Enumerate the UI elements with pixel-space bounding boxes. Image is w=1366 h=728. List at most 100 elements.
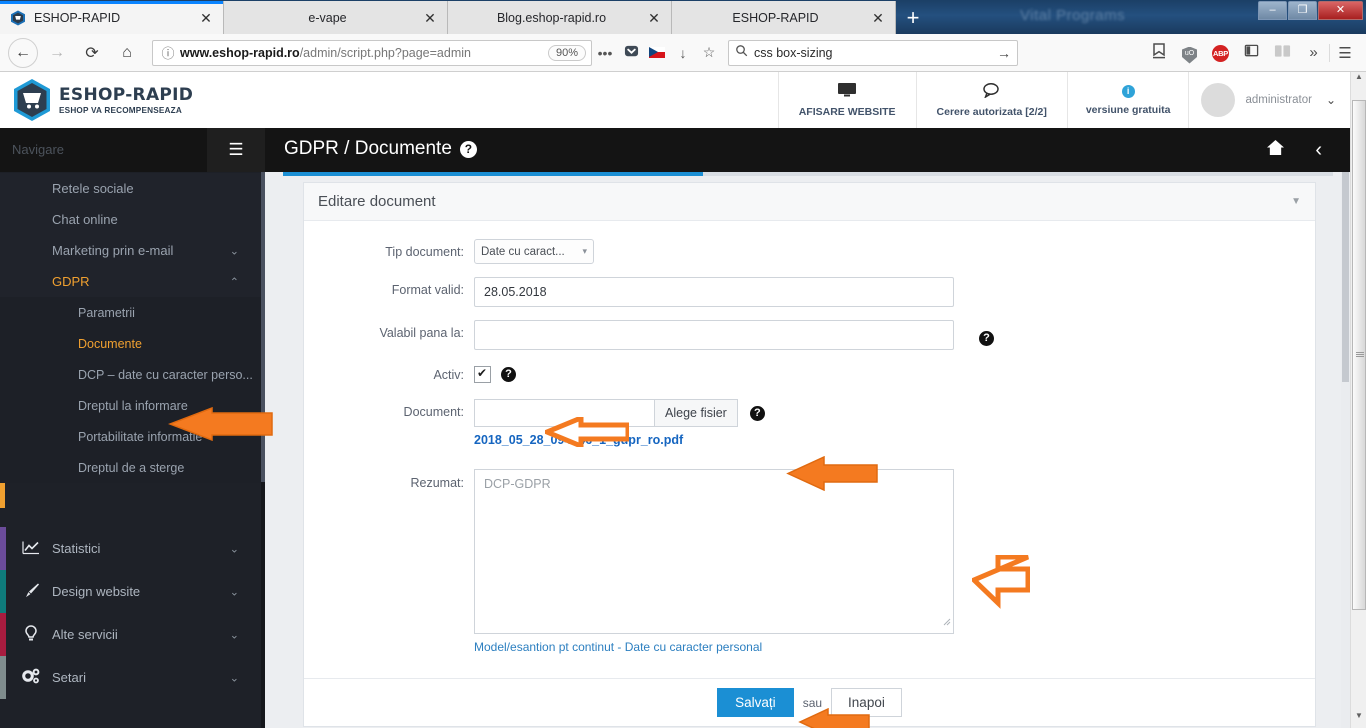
scroll-down-arrow-icon[interactable]: ▼ (1351, 711, 1366, 728)
bookmark-star-icon[interactable]: ☆ (696, 44, 722, 61)
browser-tab-4[interactable]: ESHOP-RAPID ✕ (672, 1, 896, 34)
cerere-autorizata-button[interactable]: Cerere autorizata [2/2] (915, 72, 1067, 128)
sidebar-item-chat-online[interactable]: Chat online (0, 204, 265, 235)
app-brand-bar: ESHOP-RAPID ESHOP VA RECOMPENSEAZA AFISA… (0, 72, 1350, 128)
uploaded-file-spacer (304, 431, 474, 437)
save-button[interactable]: Salvați (717, 688, 794, 717)
field-row-format-valid: Format valid: 28.05.2018 (304, 277, 1315, 307)
help-icon[interactable]: ? (459, 140, 477, 158)
tip-document-control: Date cu caract... ▾ (474, 239, 594, 264)
paintbrush-icon (20, 582, 42, 601)
page-scrollbar[interactable]: ▲ ▼ (1350, 72, 1366, 728)
chevron-down-icon: ⌄ (229, 629, 239, 641)
hamburger-menu-icon[interactable]: ☰ (1329, 43, 1360, 62)
brand-actions: AFISARE WEBSITE Cerere autorizata [2/2] … (777, 72, 1350, 128)
sidebar-item-design-website[interactable]: Design website ⌄ (0, 570, 265, 613)
tab-label: Blog.eshop-rapid.ro (496, 10, 607, 25)
sidebar-item-gdpr[interactable]: GDPR ⌃ (0, 266, 265, 297)
reload-button[interactable]: ⟳ (76, 37, 108, 69)
sidebar-toggle-button[interactable]: ☰ (207, 128, 265, 172)
gears-icon (20, 668, 42, 688)
download-icon[interactable]: ↓ (670, 45, 696, 61)
library-icon[interactable] (1267, 44, 1298, 62)
browser-navigation-toolbar: ← → ⟳ ⌂ ⓘ www.eshop-rapid.ro/admin/scrip… (0, 34, 1366, 72)
browser-tab-1[interactable]: ESHOP-RAPID ✕ (0, 1, 224, 34)
sidebar-item-documente[interactable]: Documente (0, 328, 265, 359)
progress-indicator (283, 172, 703, 176)
chevron-down-icon: ▾ (582, 246, 587, 256)
sidebar-item-marketing-email[interactable]: Marketing prin e-mail ⌄ (0, 235, 265, 266)
activ-label: Activ: (433, 368, 464, 382)
tab-close-icon[interactable]: ✕ (197, 9, 215, 27)
ublock-origin-icon[interactable]: uO (1174, 42, 1205, 64)
maximize-button[interactable]: ❐ (1288, 1, 1317, 20)
help-icon[interactable]: ? (749, 405, 765, 421)
search-input[interactable]: css box-sizing (754, 46, 997, 60)
sidebar-item-retele-sociale[interactable]: Retele sociale (0, 173, 265, 204)
page-scrollbar-thumb[interactable] (1352, 100, 1366, 610)
pocket-icon[interactable] (618, 44, 644, 62)
page-actions-icon[interactable]: ••• (592, 45, 618, 61)
user-menu[interactable]: administrator ⌄ (1188, 72, 1350, 128)
home-button[interactable]: ⌂ (111, 37, 143, 69)
sidebar-item-statistici[interactable]: Statistici ⌄ (0, 527, 265, 570)
alege-fisier-button[interactable]: Alege fisier (654, 399, 738, 427)
collapse-caret-icon[interactable]: ▼ (1291, 196, 1301, 207)
help-icon[interactable]: ? (979, 331, 994, 346)
sidebar-item-setari[interactable]: Setari ⌄ (0, 656, 265, 699)
reader-sidebar-icon[interactable] (1236, 43, 1267, 62)
window-titlebar: Vital Programs ESHOP-RAPID ✕ e-vape ✕ Bl… (0, 0, 1366, 34)
site-identity-icon[interactable]: ⓘ (159, 43, 177, 62)
sidebar-item-alte-servicii[interactable]: Alte servicii ⌄ (0, 613, 265, 656)
tab-close-icon[interactable]: ✕ (869, 9, 887, 27)
address-bar[interactable]: ⓘ www.eshop-rapid.ro/admin/script.php?pa… (152, 39, 592, 66)
model-link-row: Model/esantion pt continut - Date cu car… (304, 638, 1315, 656)
tab-close-icon[interactable]: ✕ (421, 9, 439, 27)
tip-document-selected-value: Date cu caract... (481, 245, 565, 258)
browser-tab-3[interactable]: Blog.eshop-rapid.ro ✕ (448, 1, 672, 34)
collapse-icon[interactable]: ‹ (1315, 139, 1322, 162)
back-button[interactable]: ← (8, 37, 38, 68)
help-icon[interactable]: ? (501, 367, 516, 382)
tip-document-select[interactable]: Date cu caract... ▾ (474, 239, 594, 264)
sidebar-item-dreptul-de-a-sterge[interactable]: Dreptul de a sterge (0, 452, 265, 483)
sidebar-main-menu: Statistici ⌄ Design website ⌄ Alte servi… (0, 527, 265, 728)
home-icon[interactable] (1266, 139, 1285, 161)
browser-extension-toolbar: uO ABP » ☰ (1143, 42, 1366, 64)
sidebar: Retele sociale Chat online Marketing pri… (0, 172, 265, 728)
document-label: Document: (403, 405, 464, 419)
sidebar-item-label: Marketing prin e-mail (52, 243, 174, 258)
close-button[interactable]: ✕ (1318, 1, 1363, 20)
zoom-level-badge[interactable]: 90% (547, 44, 586, 61)
afisare-website-button[interactable]: AFISARE WEBSITE (777, 72, 916, 128)
chevron-down-icon: ⌄ (229, 586, 239, 598)
valabil-pana-la-input[interactable] (474, 320, 954, 350)
minimize-button[interactable]: – (1258, 1, 1287, 20)
search-go-icon[interactable]: → (997, 45, 1011, 61)
page-title: GDPR / Documente ? (284, 138, 477, 160)
resize-grip-icon[interactable] (943, 613, 951, 631)
sidebar-item-parametrii[interactable]: Parametrii (0, 297, 265, 328)
model-esantion-link[interactable]: Model/esantion pt continut - Date cu car… (474, 640, 762, 654)
chevron-down-icon[interactable]: ⌄ (1326, 93, 1336, 107)
header-right-actions: ‹ (1266, 128, 1322, 172)
app-logo[interactable]: ESHOP-RAPID ESHOP VA RECOMPENSEAZA (0, 78, 193, 122)
app-content-scrollbar-thumb[interactable] (1342, 172, 1349, 382)
activ-checkbox[interactable] (474, 366, 491, 383)
sidebar-item-dcp[interactable]: DCP – date cu caracter perso... (0, 359, 265, 390)
overflow-chevrons-icon[interactable]: » (1298, 44, 1329, 61)
rezumat-textarea[interactable]: DCP-GDPR (474, 469, 954, 634)
adblock-plus-icon[interactable]: ABP (1205, 43, 1236, 62)
search-bar[interactable]: css box-sizing → (728, 39, 1018, 66)
format-valid-input[interactable]: 28.05.2018 (474, 277, 954, 307)
forward-button[interactable]: → (41, 37, 73, 69)
tab-close-icon[interactable]: ✕ (645, 9, 663, 27)
tab-label: ESHOP-RAPID (732, 10, 819, 25)
app-content-scrollbar[interactable] (1341, 172, 1350, 728)
cz-flag-icon[interactable] (644, 45, 670, 61)
new-tab-button[interactable]: + (898, 4, 928, 34)
scroll-up-arrow-icon[interactable]: ▲ (1351, 72, 1366, 89)
version-badge-block[interactable]: i versiune gratuita (1066, 72, 1189, 128)
pocket-save-icon[interactable] (1143, 42, 1174, 63)
browser-tab-2[interactable]: e-vape ✕ (224, 1, 448, 34)
